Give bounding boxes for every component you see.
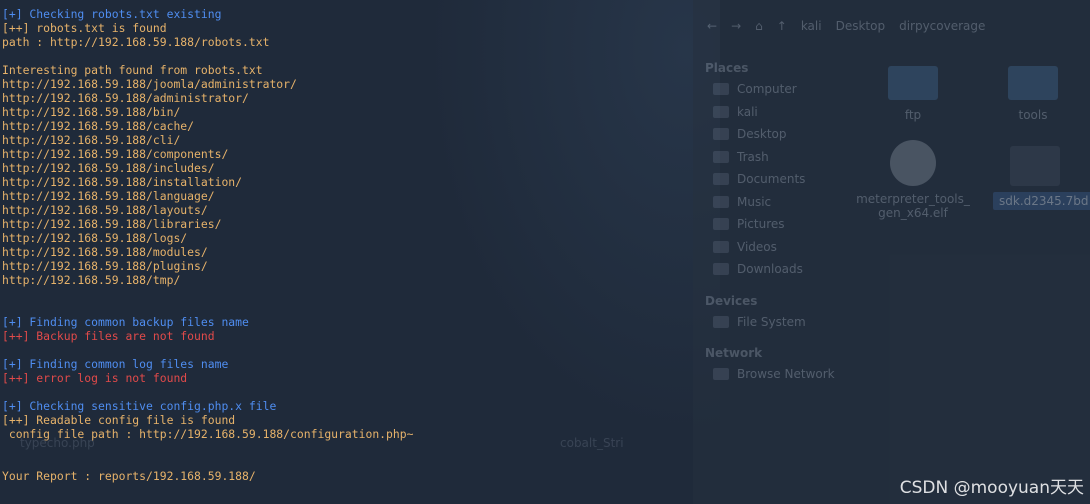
sidebar-item-label: Pictures bbox=[737, 217, 785, 231]
terminal-line: [++] error log is not found bbox=[2, 371, 188, 385]
sidebar-item-label: Downloads bbox=[737, 262, 803, 276]
devices-heading: Devices bbox=[705, 293, 758, 308]
terminal-line: http://192.168.59.188/tmp/ bbox=[2, 273, 181, 287]
terminal-line: Your Report : reports/192.168.59.188/ bbox=[2, 469, 256, 483]
back-icon[interactable]: ← bbox=[707, 19, 717, 33]
sidebar-item-computer[interactable]: Computer bbox=[705, 78, 875, 101]
folder-icon bbox=[713, 83, 729, 96]
terminal-line: Interesting path found from robots.txt bbox=[2, 63, 263, 77]
file-item-tools[interactable]: tools bbox=[1003, 66, 1063, 122]
sidebar-item-kali[interactable]: kali bbox=[705, 101, 875, 124]
places-heading: Places bbox=[705, 61, 749, 75]
terminal-output[interactable]: [+] Checking robots.txt existing [++] rob… bbox=[2, 7, 692, 483]
sidebar-item-label: Trash bbox=[737, 149, 769, 164]
gear-icon bbox=[890, 140, 936, 186]
sidebar-item-videos[interactable]: Videos bbox=[705, 236, 875, 259]
terminal-line: config file path : http://192.168.59.188… bbox=[2, 427, 414, 441]
folder-icon bbox=[713, 173, 729, 186]
file-item-meterpreter[interactable]: meterpreter_tools_gen_x64.elf bbox=[853, 140, 973, 220]
folder-icon bbox=[713, 218, 729, 231]
path-button-dirpycoverage[interactable]: dirpycoverage bbox=[899, 19, 985, 33]
terminal-line: http://192.168.59.188/cli/ bbox=[2, 133, 181, 147]
terminal-line: http://192.168.59.188/plugins/ bbox=[2, 259, 208, 273]
file-label: sdk.d2345.7bd bbox=[993, 192, 1090, 210]
terminal-line: [+] Checking sensitive config.php.x file bbox=[2, 399, 277, 413]
folder-icon bbox=[888, 66, 938, 100]
folder-icon bbox=[713, 150, 729, 163]
file-label: meterpreter_tools_gen_x64.elf bbox=[856, 192, 970, 220]
terminal-line: http://192.168.59.188/libraries/ bbox=[2, 217, 222, 231]
sidebar-item-label: Browse Network bbox=[737, 367, 835, 381]
terminal-line: [+] Checking robots.txt existing bbox=[2, 7, 222, 21]
file-item-selected[interactable]: sdk.d2345.7bd bbox=[993, 146, 1090, 210]
folder-icon bbox=[713, 105, 729, 118]
terminal-line: [+] Finding common log files name bbox=[2, 357, 229, 371]
folder-icon bbox=[713, 263, 729, 276]
sidebar-item-music[interactable]: Music bbox=[705, 191, 875, 214]
sidebar-item-label: kali bbox=[737, 104, 758, 119]
file-manager-toolbar: ← → ⌂ ↑ kali Desktop dirpycoverage bbox=[693, 14, 1090, 38]
file-label: tools bbox=[1018, 108, 1048, 122]
terminal-line: http://192.168.59.188/logs/ bbox=[2, 231, 188, 245]
sidebar-item-documents[interactable]: Documents bbox=[705, 168, 875, 191]
file-icon bbox=[1010, 146, 1060, 186]
terminal-line: [++] robots.txt is found bbox=[2, 21, 167, 35]
terminal-line: [++] Backup files are not found bbox=[2, 329, 215, 343]
terminal-line: http://192.168.59.188/layouts/ bbox=[2, 203, 208, 217]
path-button-kali[interactable]: kali bbox=[801, 19, 822, 33]
sidebar-item-pictures[interactable]: Pictures bbox=[705, 213, 875, 236]
terminal-line: [+] Finding common backup files name bbox=[2, 315, 249, 329]
sidebar-item-label: Music bbox=[737, 194, 772, 209]
sidebar-item-browse-network[interactable]: Browse Network bbox=[705, 363, 875, 386]
file-manager-sidebar: Places Computer kali Desktop Trash Documents… bbox=[705, 48, 875, 386]
up-icon[interactable]: ↑ bbox=[777, 19, 787, 33]
sidebar-item-label: File System bbox=[737, 314, 806, 329]
terminal-line: http://192.168.59.188/administrator/ bbox=[2, 91, 249, 105]
path-button-desktop[interactable]: Desktop bbox=[836, 19, 886, 33]
terminal-line: http://192.168.59.188/language/ bbox=[2, 189, 215, 203]
file-label: ftp bbox=[904, 108, 922, 122]
sidebar-item-downloads[interactable]: Downloads bbox=[705, 258, 875, 281]
sidebar-item-label: Computer bbox=[737, 82, 797, 96]
sidebar-item-desktop[interactable]: Desktop bbox=[705, 123, 875, 146]
sidebar-item-label: Documents bbox=[737, 172, 806, 186]
terminal-line: http://192.168.59.188/installation/ bbox=[2, 175, 243, 189]
terminal-line: http://192.168.59.188/bin/ bbox=[2, 105, 181, 119]
folder-icon bbox=[713, 368, 729, 381]
terminal-line: http://192.168.59.188/modules/ bbox=[2, 245, 208, 259]
terminal-line: http://192.168.59.188/includes/ bbox=[2, 161, 215, 175]
terminal-line: http://192.168.59.188/components/ bbox=[2, 147, 229, 161]
terminal-line: http://192.168.59.188/cache/ bbox=[2, 119, 195, 133]
folder-icon bbox=[713, 315, 729, 328]
forward-icon[interactable]: → bbox=[731, 19, 741, 33]
folder-icon bbox=[1008, 66, 1058, 100]
network-heading: Network bbox=[705, 346, 763, 360]
file-manager-window: ← → ⌂ ↑ kali Desktop dirpycoverage Place… bbox=[693, 0, 1090, 504]
terminal-line: [++] Readable config file is found bbox=[2, 413, 236, 427]
sidebar-item-file-system[interactable]: File System bbox=[705, 311, 875, 334]
file-item-ftp[interactable]: ftp bbox=[883, 66, 943, 122]
folder-icon bbox=[713, 240, 729, 253]
home-icon[interactable]: ⌂ bbox=[755, 19, 763, 33]
folder-icon bbox=[713, 128, 729, 141]
sidebar-item-trash[interactable]: Trash bbox=[705, 146, 875, 169]
sidebar-item-label: Desktop bbox=[737, 127, 787, 141]
sidebar-item-label: Videos bbox=[737, 239, 777, 254]
terminal-line: http://192.168.59.188/joomla/administrat… bbox=[2, 77, 297, 91]
watermark: CSDN @mooyuan天天 bbox=[899, 478, 1084, 498]
folder-icon bbox=[713, 195, 729, 208]
terminal-line: path : http://192.168.59.188/robots.txt bbox=[2, 35, 270, 49]
